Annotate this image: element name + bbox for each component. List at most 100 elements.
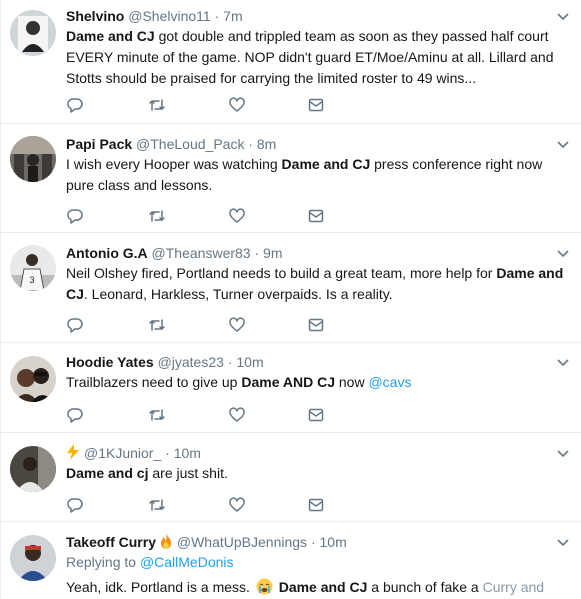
chevron-down-icon[interactable] xyxy=(556,446,570,460)
tweet-header: @1KJunior_ · 10m xyxy=(66,444,570,463)
tweet-text: Dame and cj are just shit. xyxy=(66,463,570,484)
mention-link[interactable]: @cavs xyxy=(368,374,411,390)
tweet-content: Shelvino @Shelvino11 · 7m Dame and CJ go… xyxy=(66,7,570,89)
user-fullname[interactable]: Takeoff Curry xyxy=(66,534,156,550)
tweet[interactable]: Papi Pack @TheLoud_Pack · 8m I wish ever… xyxy=(1,124,581,233)
highlight-text: Dame and cj xyxy=(66,465,149,481)
reply-icon[interactable] xyxy=(66,496,84,514)
retweet-icon[interactable] xyxy=(148,207,166,225)
text-span: Trailblazers need to give up xyxy=(66,374,242,390)
avatar[interactable] xyxy=(10,10,56,56)
retweet-icon[interactable] xyxy=(148,406,166,424)
retweet-icon[interactable] xyxy=(148,96,166,114)
text-span: a bunch of fake a xyxy=(367,579,479,595)
chevron-down-icon[interactable] xyxy=(556,137,570,151)
tweet-header: Papi Pack @TheLoud_Pack · 8m xyxy=(66,135,570,154)
reply-context: Replying to @CallMeDonis xyxy=(66,552,570,572)
retweet-icon[interactable] xyxy=(148,316,166,334)
user-fullname[interactable]: Antonio G.A xyxy=(66,245,148,261)
user-handle[interactable]: @Shelvino11 xyxy=(128,8,210,24)
tweet-timestamp[interactable]: 10m xyxy=(320,534,347,550)
tweet[interactable]: @1KJunior_ · 10m Dame and cj are just sh… xyxy=(1,433,581,522)
reply-icon[interactable] xyxy=(66,96,84,114)
mention-link[interactable]: @CallMeDonis xyxy=(140,554,234,570)
chevron-down-icon[interactable] xyxy=(556,246,570,260)
like-heart-icon[interactable] xyxy=(228,96,246,114)
tweet-header: Shelvino @Shelvino11 · 7m xyxy=(66,7,570,26)
user-handle[interactable]: @TheLoud_Pack xyxy=(136,136,244,152)
separator-dot: · xyxy=(254,245,260,261)
tweet-content: Hoodie Yates @jyates23 · 10m Trailblazer… xyxy=(66,353,570,393)
tweet-header: Antonio G.A @Theanswer83 · 9m xyxy=(66,244,570,263)
tweet-timestamp[interactable]: 10m xyxy=(174,445,201,461)
avatar[interactable] xyxy=(10,356,56,402)
text-span: Curry and xyxy=(478,579,545,595)
like-heart-icon[interactable] xyxy=(228,496,246,514)
replying-to-label: Replying to xyxy=(66,554,137,570)
tweet-actions xyxy=(66,207,326,225)
text-span: . Leonard, Harkless, Turner overpaids. I… xyxy=(83,286,393,302)
user-fullname[interactable]: Shelvino xyxy=(66,8,124,24)
avatar[interactable] xyxy=(10,535,56,581)
retweet-icon[interactable] xyxy=(148,496,166,514)
user-handle[interactable]: @1KJunior_ xyxy=(84,445,161,461)
separator-dot: · xyxy=(165,445,170,461)
tweet-actions xyxy=(66,316,326,334)
reply-icon[interactable] xyxy=(66,316,84,334)
direct-message-icon[interactable] xyxy=(307,496,325,514)
text-span: now xyxy=(334,374,369,390)
text-span: I wish every Hooper was watching xyxy=(66,156,282,172)
tweet-header: Hoodie Yates @jyates23 · 10m xyxy=(66,353,570,372)
reply-icon[interactable] xyxy=(66,406,84,424)
tweet-timestamp[interactable]: 10m xyxy=(236,354,263,370)
user-handle[interactable]: @WhatUpBJennings xyxy=(177,534,307,550)
text-span: are just shit. xyxy=(148,465,228,481)
tweet-timestamp[interactable]: 7m xyxy=(223,8,242,24)
separator-dot: · xyxy=(214,8,220,24)
tweet-timestamp[interactable]: 9m xyxy=(263,245,282,261)
crying-face-emoji-icon xyxy=(256,578,273,595)
chevron-down-icon[interactable] xyxy=(556,355,570,369)
chevron-down-icon[interactable] xyxy=(556,9,570,23)
highlight-text: Dame and CJ xyxy=(278,579,368,595)
tweet-content: Papi Pack @TheLoud_Pack · 8m I wish ever… xyxy=(66,135,570,196)
tweet-actions xyxy=(66,96,326,114)
tweet[interactable]: Takeoff Curry @WhatUpBJennings · 10m Rep… xyxy=(1,522,581,599)
tweet[interactable]: 3 Antonio G.A @Theanswer83 · 9m Neil Ols… xyxy=(1,233,581,343)
like-heart-icon[interactable] xyxy=(228,406,246,424)
tweet-timestamp[interactable]: 8m xyxy=(257,136,276,152)
tweet[interactable]: Hoodie Yates @jyates23 · 10m Trailblazer… xyxy=(1,343,581,433)
tweet-text: Neil Olshey fired, Portland needs to bui… xyxy=(66,263,570,305)
like-heart-icon[interactable] xyxy=(228,316,246,334)
direct-message-icon[interactable] xyxy=(307,406,325,424)
svg-text:3: 3 xyxy=(29,275,34,285)
tweet-actions xyxy=(66,496,326,514)
direct-message-icon[interactable] xyxy=(307,207,325,225)
tweet-content: Antonio G.A @Theanswer83 · 9m Neil Olshe… xyxy=(66,244,570,305)
direct-message-icon[interactable] xyxy=(307,96,325,114)
user-handle[interactable]: @jyates23 xyxy=(158,354,224,370)
like-heart-icon[interactable] xyxy=(228,207,246,225)
direct-message-icon[interactable] xyxy=(307,316,325,334)
separator-dot: · xyxy=(227,354,233,370)
tweet-header: Takeoff Curry @WhatUpBJennings · 10m xyxy=(66,533,570,552)
user-fullname[interactable]: Papi Pack xyxy=(66,136,132,152)
tweet-timeline: Shelvino @Shelvino11 · 7m Dame and CJ go… xyxy=(0,0,581,599)
highlight-text: Dame and CJ xyxy=(281,156,371,172)
user-handle[interactable]: @Theanswer83 xyxy=(152,245,251,261)
user-fullname[interactable]: Hoodie Yates xyxy=(66,354,154,370)
separator-dot: · xyxy=(248,136,253,152)
separator-dot: · xyxy=(310,534,316,550)
tweet-content: Takeoff Curry @WhatUpBJennings · 10m Rep… xyxy=(66,533,570,598)
avatar[interactable] xyxy=(10,446,56,492)
avatar[interactable]: 3 xyxy=(10,245,56,291)
lightning-bolt-icon xyxy=(67,444,79,460)
tweet[interactable]: Shelvino @Shelvino11 · 7m Dame and CJ go… xyxy=(1,0,581,124)
fire-emoji-icon xyxy=(160,533,172,549)
tweet-text: Yeah, idk. Portland is a mess. Dame and … xyxy=(66,577,570,598)
text-span: Neil Olshey fired, Portland needs to bui… xyxy=(66,265,497,281)
chevron-down-icon[interactable] xyxy=(556,535,570,549)
reply-icon[interactable] xyxy=(66,207,84,225)
avatar[interactable] xyxy=(10,136,56,182)
highlight-text: Dame and CJ xyxy=(66,28,155,44)
